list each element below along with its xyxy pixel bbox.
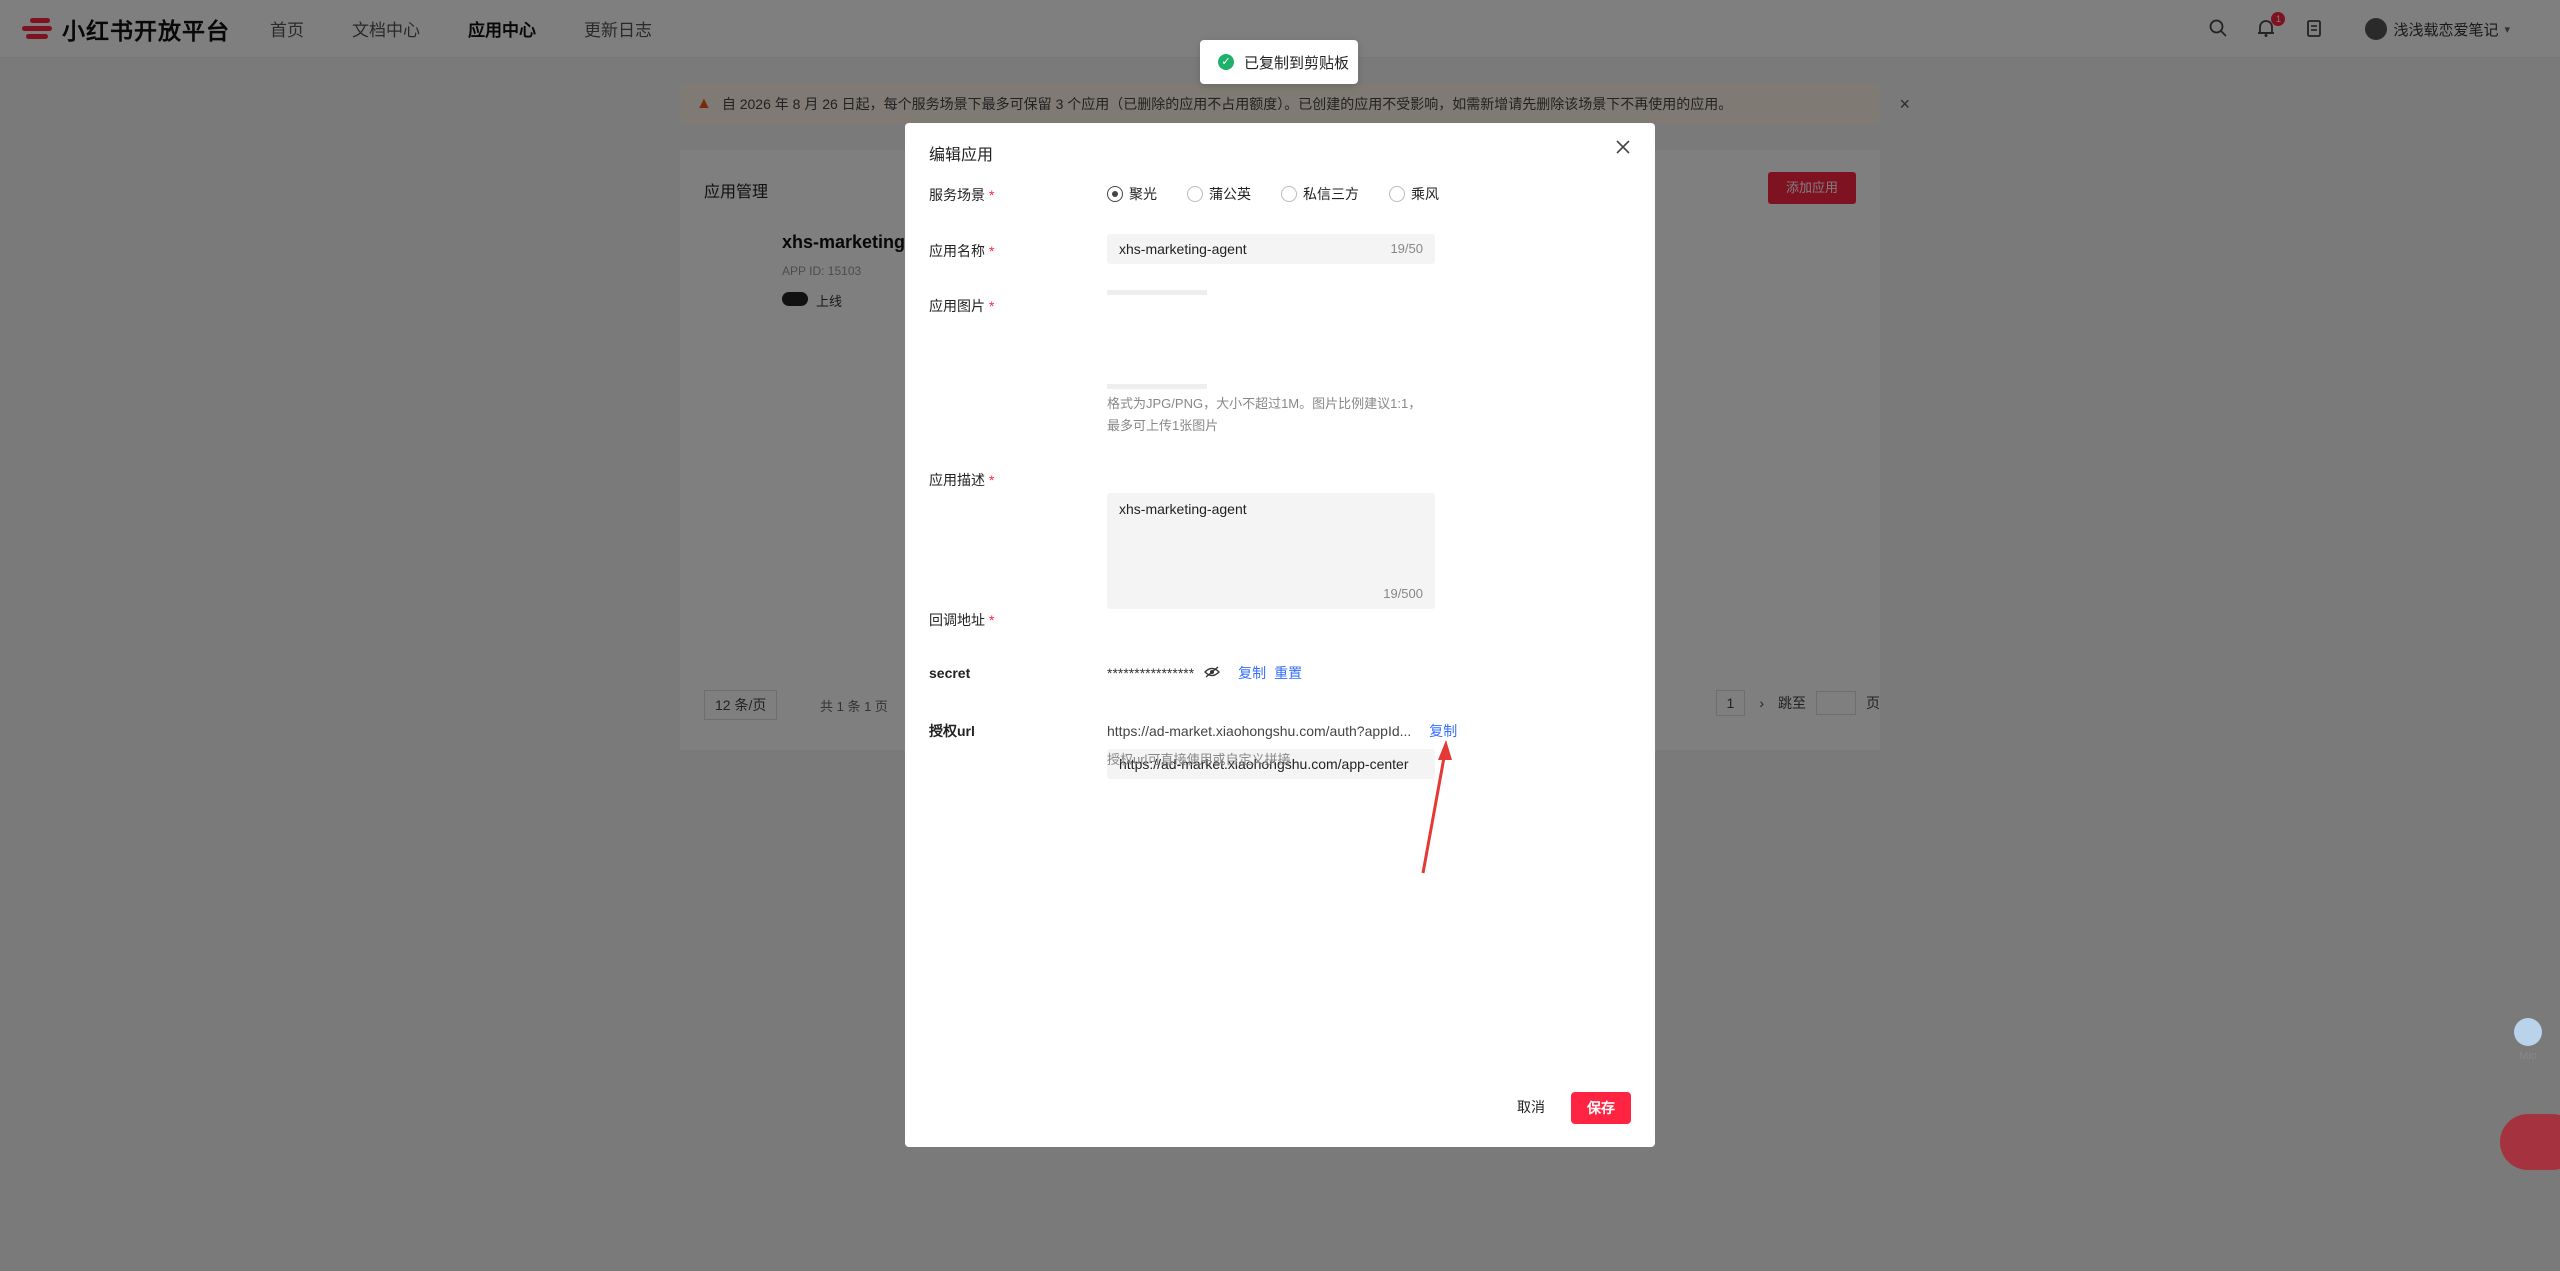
copy-secret-button[interactable]: 复制 xyxy=(1238,663,1266,683)
cancel-button[interactable]: 取消 xyxy=(1517,1091,1545,1123)
secret-row: **************** 复制 重置 xyxy=(1107,663,1302,683)
save-button[interactable]: 保存 xyxy=(1571,1092,1631,1124)
close-icon[interactable] xyxy=(1615,137,1631,159)
annotation-arrow-icon xyxy=(1421,740,1452,874)
assistant-widget[interactable]: Mio xyxy=(2510,1018,2546,1062)
image-label: 应用图片 * xyxy=(929,298,995,314)
image-uploader-bottom xyxy=(1107,384,1207,389)
toast-message: 已复制到剪贴板 xyxy=(1244,54,1350,72)
scene-radio-sixin[interactable]: 私信三方 xyxy=(1281,184,1359,204)
secret-value: **************** xyxy=(1107,665,1195,681)
check-circle-icon: ✓ xyxy=(1218,54,1234,70)
auth-url-hint: 授权url可直接使用或自定义拼接 xyxy=(1107,752,1291,767)
scene-label: 服务场景 * xyxy=(929,187,995,203)
auth-url-label: 授权url xyxy=(929,723,975,739)
scene-radio-chengfeng[interactable]: 乘风 xyxy=(1389,184,1439,204)
scene-radio-group: 聚光 蒲公英 私信三方 乘风 xyxy=(1107,184,1469,204)
name-label: 应用名称 * xyxy=(929,243,995,259)
app-desc-textarea[interactable]: xhs-marketing-agent 19/500 xyxy=(1107,493,1435,609)
reset-secret-button[interactable]: 重置 xyxy=(1274,663,1302,683)
auth-url-value: https://ad-market.xiaohongshu.com/auth?a… xyxy=(1107,723,1412,739)
assistant-label: Mio xyxy=(2519,1050,2537,1062)
eye-off-icon[interactable] xyxy=(1204,666,1221,681)
desc-char-count: 19/500 xyxy=(1383,586,1423,601)
secret-label: secret xyxy=(929,665,971,681)
assistant-icon xyxy=(2514,1018,2542,1046)
name-char-count: 19/50 xyxy=(1390,241,1423,256)
auth-url-row: https://ad-market.xiaohongshu.com/auth?a… xyxy=(1107,721,1457,741)
image-hint: 格式为JPG/PNG，大小不超过1M。图片比例建议1:1，最多可上传1张图片 xyxy=(1107,396,1422,433)
edit-app-dialog: 编辑应用 服务场景 * 聚光 蒲公英 私信三方 乘风 应用名称 * xhs-mark… xyxy=(905,123,1655,1147)
image-uploader[interactable] xyxy=(1107,290,1207,295)
scene-radio-juguang[interactable]: 聚光 xyxy=(1107,184,1157,204)
dialog-title: 编辑应用 xyxy=(929,147,994,164)
callback-label: 回调地址 * xyxy=(929,612,995,628)
scene-radio-pugongying[interactable]: 蒲公英 xyxy=(1187,184,1251,204)
copy-success-toast: ✓ 已复制到剪贴板 xyxy=(1200,40,1358,84)
feedback-button[interactable] xyxy=(2500,1114,2560,1170)
desc-label: 应用描述 * xyxy=(929,472,995,488)
app-name-input[interactable]: xhs-marketing-agent 19/50 xyxy=(1107,234,1435,264)
